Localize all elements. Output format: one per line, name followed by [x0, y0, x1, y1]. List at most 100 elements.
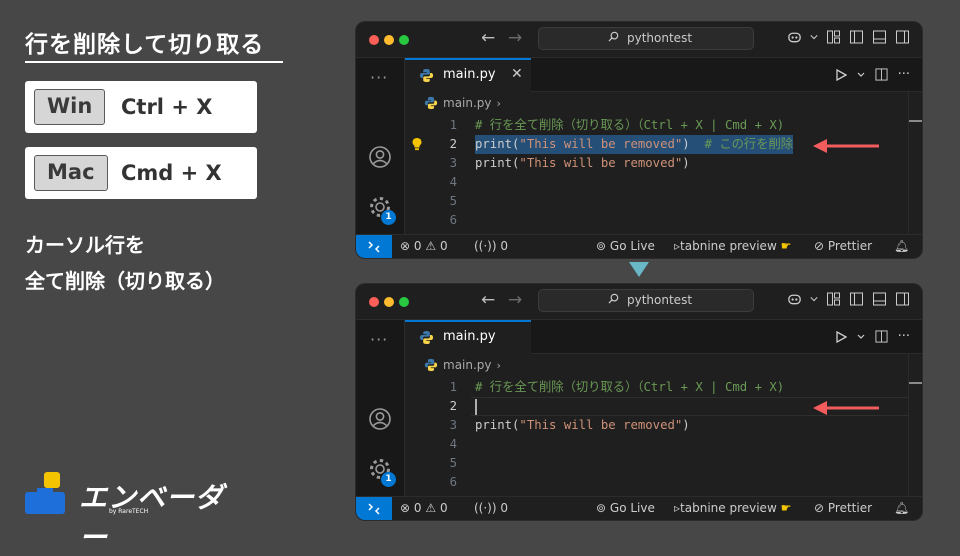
- vertical-scrollbar[interactable]: [908, 92, 922, 234]
- vertical-scrollbar[interactable]: [908, 354, 922, 496]
- forward-arrow-icon[interactable]: →: [508, 28, 522, 48]
- tabnine-status[interactable]: ▹tabnine preview ☛: [674, 501, 791, 515]
- more-actions-icon[interactable]: ···: [898, 329, 910, 344]
- toggle-primary-sidebar-icon[interactable]: [849, 292, 864, 306]
- code-line[interactable]: 6: [405, 473, 909, 492]
- notifications-bell-icon[interactable]: 🔔︎: [894, 239, 909, 253]
- tab-main-py[interactable]: main.py: [405, 320, 531, 354]
- chevron-down-icon[interactable]: [857, 72, 865, 78]
- code-line[interactable]: 5: [405, 192, 909, 211]
- split-editor-icon[interactable]: [875, 330, 888, 343]
- broadcast-icon: ((·)): [474, 501, 497, 515]
- code-line[interactable]: 4: [405, 435, 909, 454]
- python-file-icon: [424, 358, 438, 372]
- prettier-icon: ⊘: [814, 239, 825, 253]
- breadcrumb-file[interactable]: main.py: [443, 96, 492, 110]
- minimize-window-button[interactable]: [384, 35, 394, 45]
- logo-byline: by RareTECH: [109, 508, 149, 515]
- forward-arrow-icon[interactable]: →: [508, 290, 522, 310]
- down-arrow-icon: [629, 262, 649, 277]
- go-live-button[interactable]: ⊚ Go Live: [596, 239, 655, 253]
- chevron-down-icon[interactable]: [810, 30, 818, 44]
- tab-main-py[interactable]: main.py ✕: [405, 58, 531, 92]
- code-function: print(: [475, 137, 520, 151]
- code-line[interactable]: 3 print("This will be removed"): [405, 416, 909, 435]
- notifications-bell-icon[interactable]: 🔔︎: [894, 501, 909, 515]
- lightbulb-icon[interactable]: [411, 137, 423, 151]
- win-shortcut-card: Win Ctrl + X: [25, 81, 257, 133]
- code-line[interactable]: 3 print("This will be removed"): [405, 154, 909, 173]
- logo-block-icon: [44, 472, 60, 488]
- search-text: pythontest: [627, 293, 693, 307]
- toggle-secondary-sidebar-icon[interactable]: [895, 30, 910, 44]
- go-live-label: Go Live: [609, 501, 655, 515]
- remote-indicator[interactable]: [356, 235, 392, 258]
- red-arrow-icon: [813, 139, 879, 153]
- chevron-down-icon[interactable]: [857, 334, 865, 340]
- more-views-icon[interactable]: ···: [370, 330, 388, 349]
- code-paren: ): [682, 418, 690, 432]
- code-line[interactable]: 5: [405, 454, 909, 473]
- problems-status[interactable]: ⊗ 0 ⚠ 0: [400, 501, 448, 515]
- minimize-window-button[interactable]: [384, 297, 394, 307]
- code-editor[interactable]: 1 # 行を全て削除（切り取る）（Ctrl + X | Cmd + X) 2 p…: [405, 116, 909, 230]
- code-paren: ): [682, 156, 690, 170]
- code-comment: # 行を全て削除（切り取る）（Ctrl + X | Cmd + X): [475, 118, 785, 132]
- command-center-search[interactable]: pythontest: [538, 289, 754, 312]
- status-bar: ⊗ 0 ⚠ 0 ((·)) 0 ⊚ Go Live ▹tabnine previ…: [356, 496, 922, 520]
- account-icon[interactable]: [368, 145, 392, 169]
- line-number: 5: [449, 456, 457, 470]
- zoom-window-button[interactable]: [399, 35, 409, 45]
- titlebar: ← → pythontest: [356, 284, 922, 320]
- close-window-button[interactable]: [369, 297, 379, 307]
- code-line[interactable]: 4: [405, 173, 909, 192]
- prettier-status[interactable]: ⊘ Prettier: [814, 501, 872, 515]
- code-editor[interactable]: 1 # 行を全て削除（切り取る）（Ctrl + X | Cmd + X) 2 3…: [405, 378, 909, 492]
- line-number: 1: [449, 380, 457, 394]
- remote-indicator[interactable]: [356, 497, 392, 520]
- prettier-status[interactable]: ⊘ Prettier: [814, 239, 872, 253]
- code-line[interactable]: 6: [405, 211, 909, 230]
- toggle-secondary-sidebar-icon[interactable]: [895, 292, 910, 306]
- breadcrumb-file[interactable]: main.py: [443, 358, 492, 372]
- problems-status[interactable]: ⊗ 0 ⚠ 0: [400, 239, 448, 253]
- warning-count: 0: [439, 239, 448, 253]
- slide-title: 行を削除して切り取る: [25, 32, 265, 58]
- close-window-button[interactable]: [369, 35, 379, 45]
- back-arrow-icon[interactable]: ←: [481, 28, 495, 48]
- command-center-search[interactable]: pythontest: [538, 27, 754, 50]
- toggle-panel-icon[interactable]: [872, 30, 887, 44]
- tab-label: main.py: [443, 67, 496, 82]
- more-views-icon[interactable]: ···: [370, 68, 388, 87]
- brand-logo: エンベーダー by RareTECH: [25, 472, 245, 554]
- copilot-icon[interactable]: [787, 292, 802, 306]
- toggle-panel-icon[interactable]: [872, 292, 887, 306]
- zoom-window-button[interactable]: [399, 297, 409, 307]
- back-arrow-icon[interactable]: ←: [481, 290, 495, 310]
- warning-icon: ⚠: [425, 239, 437, 253]
- tabnine-status[interactable]: ▹tabnine preview ☛: [674, 239, 791, 253]
- more-actions-icon[interactable]: ···: [898, 67, 910, 82]
- close-tab-icon[interactable]: ✕: [511, 66, 523, 82]
- layout-customize-icon[interactable]: [826, 292, 841, 306]
- code-line[interactable]: 1 # 行を全て削除（切り取る）（Ctrl + X | Cmd + X): [405, 116, 909, 135]
- copilot-icon[interactable]: [787, 30, 802, 44]
- hand-point-icon: ☛: [780, 239, 792, 253]
- hand-point-icon: ☛: [780, 501, 792, 515]
- overview-ruler-marker: [909, 382, 922, 384]
- breadcrumb-separator: ›: [496, 358, 501, 372]
- ports-status[interactable]: ((·)) 0: [474, 501, 508, 515]
- toggle-primary-sidebar-icon[interactable]: [849, 30, 864, 44]
- code-line[interactable]: 1 # 行を全て削除（切り取る）（Ctrl + X | Cmd + X): [405, 378, 909, 397]
- go-live-label: Go Live: [609, 239, 655, 253]
- run-file-icon[interactable]: [835, 330, 847, 343]
- split-editor-icon[interactable]: [875, 68, 888, 81]
- go-live-button[interactable]: ⊚ Go Live: [596, 501, 655, 515]
- selected-code: print("This will be removed") # この行を削除: [475, 135, 794, 154]
- radio-tower-icon: ⊚: [596, 501, 607, 515]
- layout-customize-icon[interactable]: [826, 30, 841, 44]
- account-icon[interactable]: [368, 407, 392, 431]
- chevron-down-icon[interactable]: [810, 292, 818, 306]
- ports-status[interactable]: ((·)) 0: [474, 239, 508, 253]
- run-file-icon[interactable]: [835, 68, 847, 81]
